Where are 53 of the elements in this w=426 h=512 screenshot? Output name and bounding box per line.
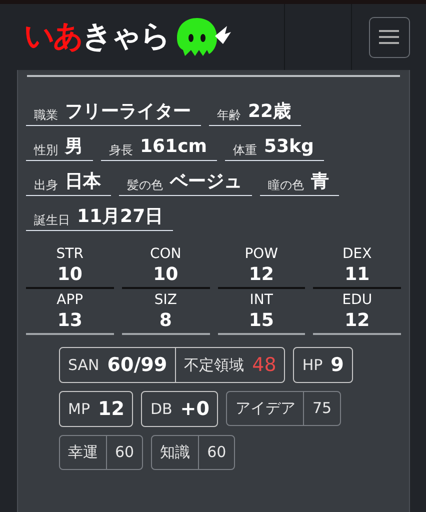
- badge-value: +0: [180, 396, 210, 422]
- stat-label: INT: [250, 291, 273, 309]
- badge-value: 60: [114, 442, 136, 464]
- field-value: ベージュ: [170, 170, 242, 194]
- stat-value: 10: [57, 263, 82, 287]
- logo-text[interactable]: いあきゃら: [24, 22, 169, 52]
- field-label: 出身: [34, 177, 58, 194]
- stat-value: 15: [248, 309, 274, 333]
- field-value: 男: [65, 135, 83, 159]
- field-value: 11月27日: [77, 205, 164, 229]
- badge-label: HP: [302, 354, 323, 376]
- badge-label: アイデア: [227, 392, 304, 425]
- stat-label: APP: [56, 291, 84, 309]
- stat-value: 12: [248, 263, 274, 287]
- field-value: 53kg: [264, 135, 314, 159]
- stat-value: 10: [153, 263, 178, 287]
- field-label: 性別: [34, 142, 58, 159]
- stat-label: STR: [56, 245, 84, 263]
- badge-label: 知識: [152, 436, 200, 469]
- stat-label: DEX: [342, 245, 372, 263]
- stat-value: 13: [57, 309, 82, 333]
- field-label: 体重: [233, 142, 257, 159]
- menu-icon: [379, 30, 399, 44]
- field-value: 161cm: [140, 135, 207, 159]
- stat-value: 8: [159, 309, 172, 333]
- stat-label: POW: [244, 245, 278, 263]
- field-label: 瞳の色: [268, 177, 304, 194]
- field-label: 髪の色: [127, 177, 163, 194]
- badge-label: 幸運: [60, 436, 107, 469]
- badge-label: 不定領域: [184, 354, 244, 376]
- menu-button[interactable]: [368, 16, 410, 58]
- field-label: 身長: [109, 142, 133, 159]
- badge-value: 48: [252, 352, 276, 378]
- stat-label: CON: [150, 245, 182, 263]
- badge-value: 60/99: [107, 352, 168, 378]
- badge-label: DB: [150, 398, 172, 420]
- stat-value: 11: [344, 263, 370, 287]
- badge-value: 60: [206, 442, 228, 464]
- badge-value: 75: [311, 398, 333, 420]
- badge-label: SAN: [68, 354, 100, 376]
- badge-label: MP: [68, 398, 90, 420]
- stat-label: EDU: [342, 291, 372, 309]
- field-label: 誕生日: [34, 212, 70, 229]
- field-label: 職業: [34, 107, 58, 124]
- badge-value: 9: [330, 352, 344, 378]
- stat-value: 12: [344, 309, 370, 333]
- stat-label: SIZ: [154, 291, 177, 309]
- field-value: 青: [311, 170, 329, 194]
- field-value: フリーライター: [65, 100, 191, 124]
- field-label: 年齢: [217, 107, 241, 124]
- badge-value: 12: [98, 396, 124, 422]
- field-value: 22歳: [248, 100, 292, 124]
- field-value: 日本: [65, 170, 101, 194]
